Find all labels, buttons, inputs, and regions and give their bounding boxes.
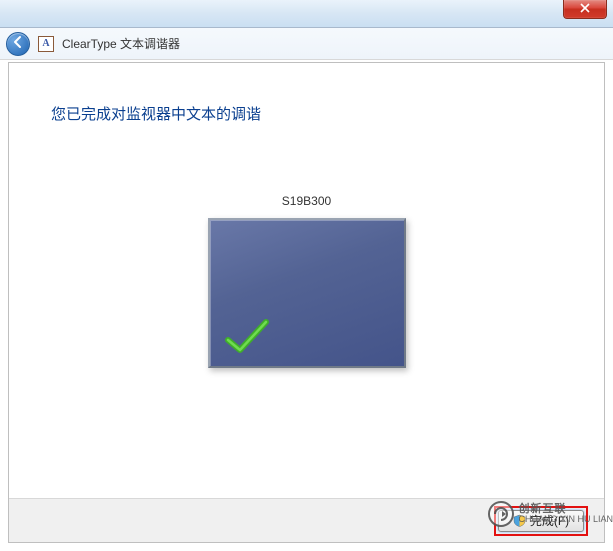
page-heading: 您已完成对监视器中文本的调谐 xyxy=(51,103,562,124)
app-icon-letter: A xyxy=(42,38,49,49)
monitor-name: S19B300 xyxy=(51,194,562,208)
shield-icon xyxy=(513,514,526,527)
close-icon xyxy=(579,2,591,16)
content-frame: 您已完成对监视器中文本的调谐 S19B300 完成( xyxy=(8,62,605,543)
finish-button-label: 完成(F) xyxy=(530,512,569,529)
back-button[interactable] xyxy=(6,32,30,56)
header-bar: A ClearType 文本调谐器 xyxy=(0,28,613,60)
app-icon: A xyxy=(38,36,54,52)
monitor-preview xyxy=(208,218,406,368)
close-button[interactable] xyxy=(563,0,607,19)
checkmark-icon xyxy=(224,316,270,356)
dialog-footer: 完成(F) xyxy=(9,498,604,542)
window-titlebar xyxy=(0,0,613,28)
arrow-left-icon xyxy=(11,35,25,52)
finish-button[interactable]: 完成(F) xyxy=(498,510,584,532)
content-inner: 您已完成对监视器中文本的调谐 S19B300 xyxy=(9,63,604,368)
highlight-annotation: 完成(F) xyxy=(494,506,588,536)
window-title: ClearType 文本调谐器 xyxy=(62,35,180,52)
